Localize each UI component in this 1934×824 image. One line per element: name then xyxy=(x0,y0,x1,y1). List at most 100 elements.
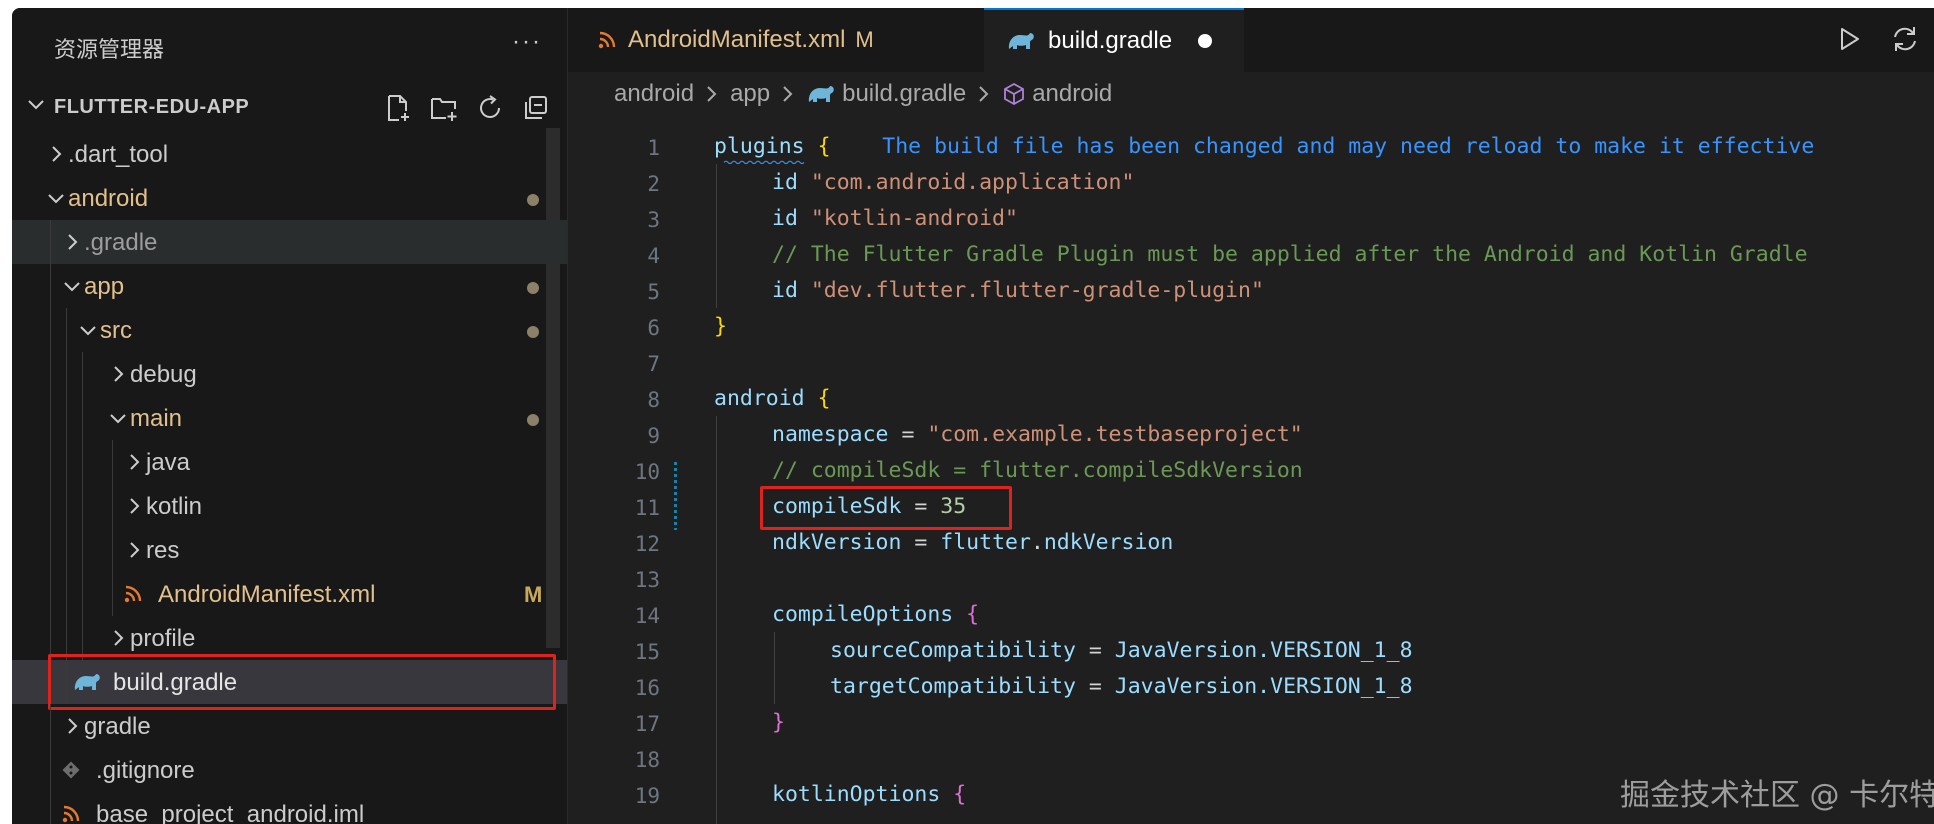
tree-item-src[interactable]: src xyxy=(12,308,567,352)
sync-icon[interactable] xyxy=(1888,22,1922,61)
rss-xml-icon xyxy=(124,585,142,608)
breadcrumb-item[interactable]: android xyxy=(1032,80,1112,108)
code-line-1: plugins { The build file has been change… xyxy=(714,134,1814,159)
indent-guide xyxy=(66,572,67,616)
tree-item-dart-tool[interactable]: .dart_tool xyxy=(12,132,567,176)
indent-guide xyxy=(50,704,51,748)
tree-item-label: debug xyxy=(130,361,197,388)
code-line-17: } xyxy=(772,710,785,735)
project-header[interactable]: FLUTTER-EDU-APP xyxy=(12,86,567,128)
breadcrumb-item[interactable]: app xyxy=(730,80,770,108)
code-line-8: android { xyxy=(714,386,831,411)
tree-item-android[interactable]: android xyxy=(12,176,567,220)
run-icon[interactable] xyxy=(1832,22,1866,61)
rss-xml-icon xyxy=(62,805,80,824)
refresh-icon[interactable] xyxy=(474,92,506,124)
code-editor[interactable]: 1 2 3 4 5 6 7 8 9 10 11 12 13 14 15 16 1… xyxy=(568,120,1934,824)
tree-item-label: kotlin xyxy=(146,493,203,520)
tree-item-java[interactable]: java xyxy=(12,440,567,484)
code-line-16: targetCompatibility = JavaVersion.VERSIO… xyxy=(830,674,1413,699)
line-number: 10 xyxy=(634,460,660,484)
indent-guide xyxy=(50,396,51,440)
indent-guide xyxy=(112,440,113,484)
code-line-2: id "com.android.application" xyxy=(772,170,1134,195)
tree-item-app[interactable]: app xyxy=(12,264,567,308)
indent-guide xyxy=(774,632,775,704)
chevron-right-icon xyxy=(108,628,128,653)
rss-xml-icon xyxy=(598,31,616,49)
tree-item-label: res xyxy=(146,537,180,564)
highlight-annotation-box xyxy=(48,654,556,710)
chevron-down-icon xyxy=(26,94,46,119)
chevron-down-icon xyxy=(46,188,66,213)
watermark: 掘金技术社区 @ 卡尔特斯 xyxy=(1620,778,1934,813)
tree-item-build-gradle[interactable]: build.gradle xyxy=(12,654,567,710)
code-token: namespace xyxy=(772,422,889,447)
indent-guide xyxy=(82,396,83,440)
tree-item-label: src xyxy=(100,317,132,344)
modified-dot xyxy=(527,414,539,426)
line-number: 18 xyxy=(634,748,660,772)
tree-item-gitignore[interactable]: .gitignore xyxy=(12,748,567,792)
tree-item-kotlin[interactable]: kotlin xyxy=(12,484,567,528)
line-number: 15 xyxy=(634,640,660,664)
line-number: 13 xyxy=(634,568,660,592)
tree-item-label: main xyxy=(130,405,183,432)
indent-guide xyxy=(112,528,113,572)
indent-guide xyxy=(50,220,51,264)
modified-dot xyxy=(527,194,539,206)
file-tree: .dart_tool android .gradle app src debug… xyxy=(12,132,567,824)
unsaved-dot-icon[interactable] xyxy=(1198,34,1213,48)
vscode-window: 资源管理器 ··· FLUTTER-EDU-APP .dart_tool and… xyxy=(12,8,1934,824)
code-token: = xyxy=(1075,638,1115,663)
indent-guide xyxy=(82,440,83,484)
tree-item-debug[interactable]: debug xyxy=(12,352,567,396)
indent-guide xyxy=(82,572,83,616)
line-number: 9 xyxy=(647,424,660,448)
indent-guide xyxy=(716,164,717,308)
change-indicator[interactable] xyxy=(674,462,677,530)
code-token: id xyxy=(772,206,798,231)
chevron-right-icon xyxy=(124,496,144,521)
indent-guide xyxy=(82,528,83,572)
gradle-elephant-icon xyxy=(1006,29,1036,53)
explorer-sidebar: 资源管理器 ··· FLUTTER-EDU-APP .dart_tool and… xyxy=(12,8,568,824)
chevron-down-icon xyxy=(78,320,98,345)
tree-item-main[interactable]: main xyxy=(12,396,567,440)
warning-squiggle xyxy=(723,160,805,164)
tree-item-label: .gitignore xyxy=(96,757,195,784)
indent-guide xyxy=(66,352,67,396)
tree-item-android-manifest[interactable]: AndroidManifest.xml M xyxy=(12,572,567,616)
new-file-icon[interactable] xyxy=(382,92,414,124)
breadcrumb-item[interactable]: build.gradle xyxy=(842,80,966,108)
tree-item-label: android xyxy=(68,185,149,212)
tree-item-res[interactable]: res xyxy=(12,528,567,572)
line-number: 11 xyxy=(634,496,660,520)
collapse-all-icon[interactable] xyxy=(520,92,552,124)
code-token: id xyxy=(772,278,798,303)
tree-item-gradle-folder[interactable]: gradle xyxy=(12,704,567,748)
breadcrumb: android app build.gradle android xyxy=(568,72,1934,116)
tree-item-iml[interactable]: base_project_android.iml xyxy=(12,792,567,824)
line-number: 6 xyxy=(647,316,660,340)
chevron-right-icon xyxy=(124,540,144,565)
more-actions-button[interactable]: ··· xyxy=(512,28,542,56)
new-folder-icon[interactable] xyxy=(428,92,460,124)
code-token: = xyxy=(1075,674,1115,699)
code-line-14: compileOptions { xyxy=(772,602,979,627)
reload-hint-message[interactable]: The build file has been changed and may … xyxy=(882,134,1814,159)
code-token: JavaVersion.VERSION_1_8 xyxy=(1114,674,1413,699)
screenshot-frame: 资源管理器 ··· FLUTTER-EDU-APP .dart_tool and… xyxy=(0,0,1934,824)
tree-item-label: java xyxy=(146,449,191,476)
editor-tab-bar: AndroidManifest.xml M build.gradle xyxy=(568,8,1934,73)
tree-item-label: gradle xyxy=(84,713,151,740)
code-line-9: namespace = "com.example.testbaseproject… xyxy=(772,422,1303,447)
code-token: ndkVersion xyxy=(1043,530,1174,555)
indent-guide xyxy=(50,264,51,308)
breadcrumb-item[interactable]: android xyxy=(614,80,694,108)
tab-build-gradle[interactable]: build.gradle xyxy=(984,8,1244,72)
chevron-down-icon xyxy=(108,408,128,433)
code-token: targetCompatibility xyxy=(830,674,1076,699)
tab-android-manifest[interactable]: AndroidManifest.xml M xyxy=(568,8,984,72)
tree-item-gradle-cache[interactable]: .gradle xyxy=(12,220,567,264)
